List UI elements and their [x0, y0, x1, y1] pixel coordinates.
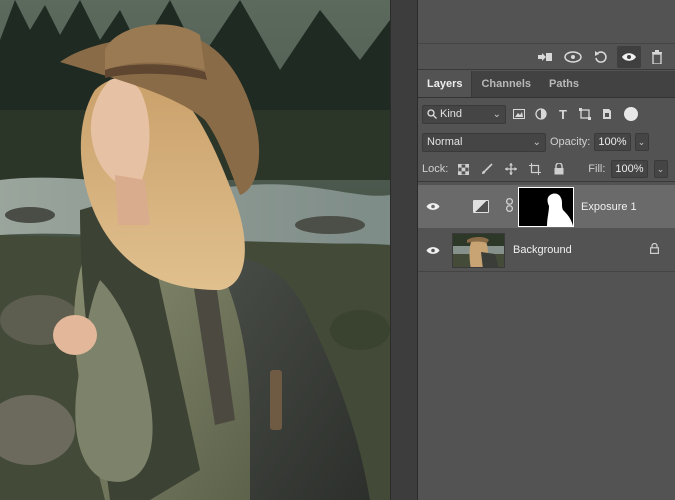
blend-row: Normal ⌄ Opacity: 100% ⌄	[418, 130, 675, 154]
layer-row-exposure[interactable]: Exposure 1	[418, 185, 675, 228]
layer-mask-thumbnail[interactable]	[518, 186, 574, 227]
panel-top-area	[418, 0, 675, 44]
tab-paths[interactable]: Paths	[540, 71, 588, 97]
tab-layers[interactable]: Layers	[418, 71, 473, 97]
lock-transparent-icon[interactable]	[454, 160, 472, 178]
lock-row: Lock: Fill: 100% ⌄	[418, 157, 675, 182]
filter-toggle[interactable]	[624, 107, 638, 121]
blend-mode-select[interactable]: Normal ⌄	[422, 132, 546, 152]
link-layers-icon[interactable]	[533, 46, 557, 68]
panel-divider	[390, 0, 418, 500]
reset-icon[interactable]	[589, 46, 613, 68]
panel-tabs: Layers Channels Paths	[418, 71, 675, 98]
layer-name-background[interactable]: Background	[513, 244, 572, 256]
trash-icon[interactable]	[645, 46, 669, 68]
filter-kind-label: Kind	[440, 108, 463, 120]
layers-panel: Layers Channels Paths Kind ⌄ T Normal ⌄ …	[418, 0, 675, 500]
panel-toolbar	[418, 44, 675, 70]
blend-mode-value: Normal	[427, 136, 463, 148]
photo-image	[0, 0, 390, 500]
opacity-slider-toggle[interactable]: ⌄	[634, 133, 649, 151]
eye-icon[interactable]	[617, 45, 641, 68]
exposure-adjustment-icon	[470, 200, 492, 213]
pixel-filter-icon[interactable]	[510, 105, 528, 123]
search-icon	[427, 109, 437, 119]
layer-filter-row: Kind ⌄ T	[418, 101, 675, 127]
layer-locked-icon[interactable]	[650, 242, 660, 257]
lock-all-icon[interactable]	[550, 160, 568, 178]
lock-artboard-icon[interactable]	[526, 160, 544, 178]
shape-filter-icon[interactable]	[576, 105, 594, 123]
fill-label: Fill:	[588, 163, 606, 175]
document-canvas[interactable]	[0, 0, 390, 500]
fill-input[interactable]: 100%	[611, 160, 648, 178]
layer-row-background[interactable]: Background	[418, 229, 675, 272]
lock-brush-icon[interactable]	[478, 160, 496, 178]
visibility-toggle-icon[interactable]	[561, 46, 585, 68]
opacity-input[interactable]: 100%	[594, 133, 631, 151]
adjustment-filter-icon[interactable]	[532, 105, 550, 123]
chevron-down-icon: ⌄	[532, 136, 541, 148]
lock-position-icon[interactable]	[502, 160, 520, 178]
layer-visibility-eye-icon[interactable]	[418, 246, 448, 255]
type-filter-icon[interactable]: T	[554, 105, 572, 123]
layer-name-exposure[interactable]: Exposure 1	[581, 201, 637, 213]
background-layer-thumbnail	[452, 232, 505, 268]
chevron-down-icon: ⌄	[492, 108, 501, 120]
tab-channels[interactable]: Channels	[472, 71, 540, 97]
smart-object-filter-icon[interactable]	[598, 105, 616, 123]
mask-link-icon[interactable]	[506, 198, 513, 215]
filter-kind-select[interactable]: Kind ⌄	[422, 104, 506, 124]
opacity-label: Opacity:	[550, 136, 591, 148]
fill-slider-toggle[interactable]: ⌄	[653, 160, 668, 178]
layer-visibility-eye-icon[interactable]	[418, 202, 448, 211]
lock-label: Lock:	[422, 163, 449, 175]
